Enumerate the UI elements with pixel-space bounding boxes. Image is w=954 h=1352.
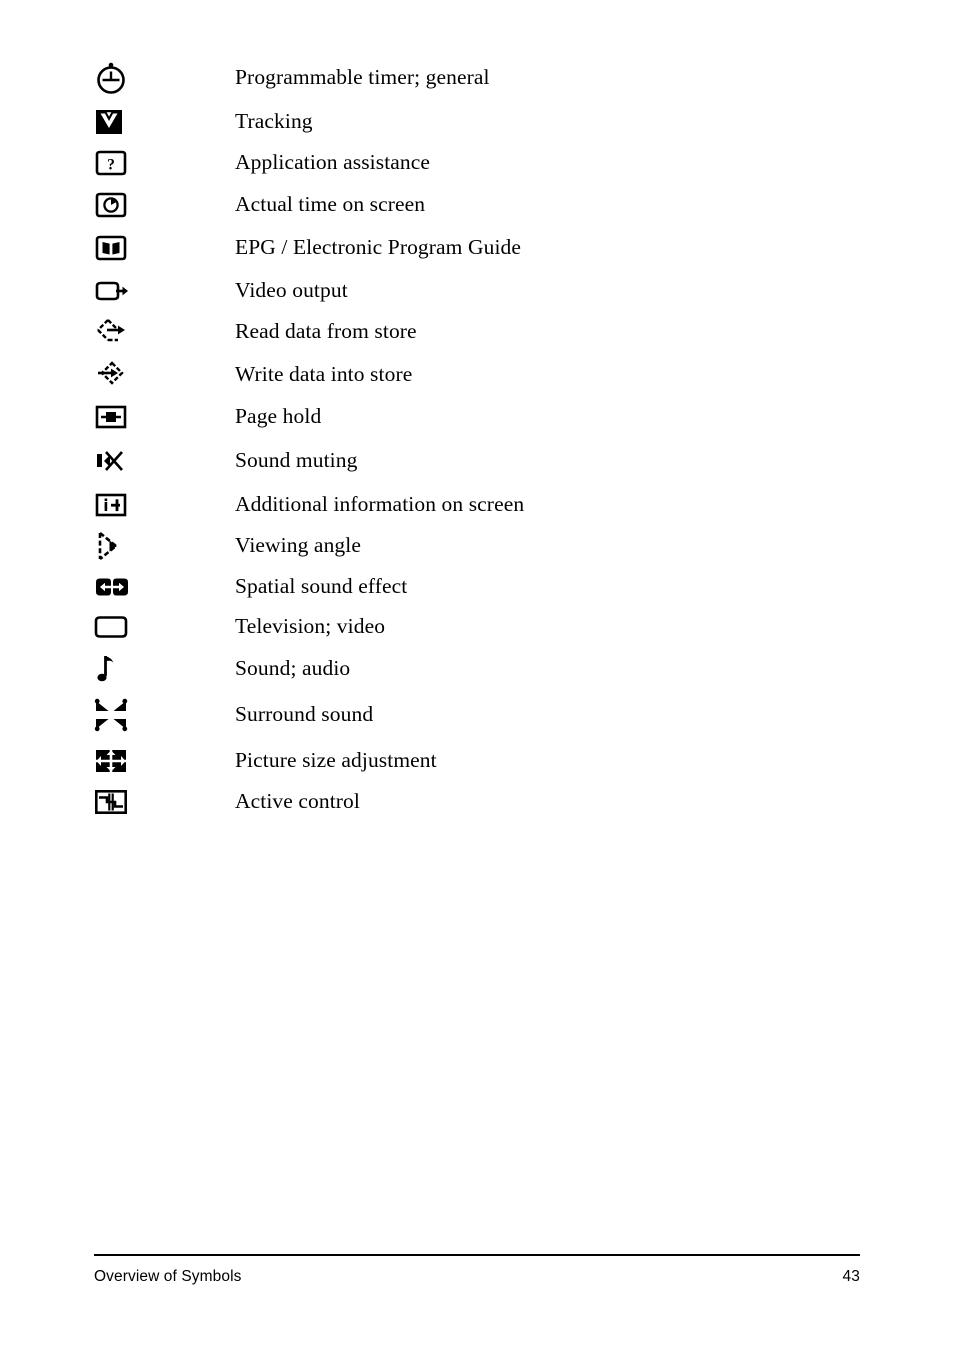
symbol-icon-cell	[0, 191, 235, 219]
symbol-icon-cell: ?	[0, 149, 235, 177]
symbol-icon-cell	[0, 278, 235, 304]
viewing-angle-icon	[94, 530, 124, 562]
symbol-row: Viewing angle	[0, 525, 954, 566]
symbol-row: Picture size adjustment	[0, 740, 954, 781]
video-output-icon	[94, 278, 130, 304]
svg-text:?: ?	[107, 156, 115, 173]
symbol-label: Sound muting	[235, 448, 358, 473]
symbol-label: Page hold	[235, 403, 322, 428]
surround-sound-icon	[94, 698, 128, 732]
symbol-label: Sound; audio	[235, 655, 351, 680]
symbol-row: Sound muting	[0, 437, 954, 485]
symbol-row: Programmable timer; general	[0, 55, 954, 101]
symbol-row: Surround sound	[0, 690, 954, 740]
symbol-icon-cell	[0, 614, 235, 640]
page-hold-icon	[94, 403, 128, 431]
symbol-row: Additional information on screen	[0, 485, 954, 525]
spatial-sound-effect-icon	[94, 576, 130, 598]
symbol-icon-cell	[0, 653, 235, 685]
symbol-icon-cell	[0, 446, 235, 476]
television-video-icon	[94, 614, 128, 640]
symbol-label: Viewing angle	[235, 532, 361, 557]
symbol-row: Actual time on screen	[0, 183, 954, 226]
symbol-icon-cell	[0, 403, 235, 431]
sound-audio-icon	[94, 653, 118, 685]
footer-page-number: 43	[842, 1267, 860, 1285]
symbol-icon-cell	[0, 491, 235, 519]
symbol-icon-cell	[0, 360, 235, 390]
picture-size-adjustment-icon	[94, 747, 128, 775]
symbol-label: Application assistance	[235, 149, 431, 174]
symbol-row: ? Application assistance	[0, 142, 954, 183]
symbol-label: Tracking	[235, 108, 313, 133]
sound-muting-icon	[94, 446, 128, 476]
symbol-row: Active control	[0, 781, 954, 822]
symbol-row: Page hold	[0, 396, 954, 437]
symbol-label: Spatial sound effect	[235, 573, 408, 598]
symbol-row: EPG / Electronic Program Guide	[0, 226, 954, 270]
document-page: Programmable timer; general Tracking ? A…	[0, 0, 954, 1352]
additional-information-icon	[94, 491, 128, 519]
symbol-icon-cell	[0, 530, 235, 562]
symbol-icon-cell	[0, 317, 235, 347]
application-assistance-icon: ?	[94, 149, 128, 177]
symbol-label: Programmable timer; general	[235, 65, 490, 90]
programmable-timer-icon	[94, 61, 128, 95]
symbol-label: Video output	[235, 277, 348, 302]
tracking-icon	[94, 108, 124, 136]
symbol-table: Programmable timer; general Tracking ? A…	[0, 55, 954, 822]
symbol-row: Television; video	[0, 607, 954, 647]
epg-guide-icon	[94, 234, 128, 262]
symbol-icon-cell	[0, 698, 235, 732]
actual-time-on-screen-icon	[94, 191, 128, 219]
symbol-label: Write data into store	[235, 361, 413, 386]
footer-section-title: Overview of Symbols	[94, 1267, 242, 1285]
symbol-icon-cell	[0, 576, 235, 598]
symbol-row: Write data into store	[0, 353, 954, 396]
symbol-label: Read data from store	[235, 319, 417, 344]
symbol-label: Surround sound	[235, 702, 374, 727]
symbol-label: Additional information on screen	[235, 492, 525, 517]
symbol-label: Picture size adjustment	[235, 747, 437, 772]
symbol-icon-cell	[0, 234, 235, 262]
symbol-row: Spatial sound effect	[0, 566, 954, 607]
symbol-row: Sound; audio	[0, 647, 954, 690]
symbol-icon-cell	[0, 61, 235, 95]
symbol-label: Actual time on screen	[235, 191, 426, 216]
page-footer: Overview of Symbols 43	[94, 1254, 860, 1304]
symbol-row: Read data from store	[0, 311, 954, 353]
symbol-icon-cell	[0, 788, 235, 816]
read-data-from-store-icon	[94, 317, 130, 347]
symbol-label: EPG / Electronic Program Guide	[235, 235, 522, 260]
symbol-icon-cell	[0, 108, 235, 136]
symbol-label: Active control	[235, 788, 360, 813]
symbol-row: Tracking	[0, 101, 954, 142]
symbol-icon-cell	[0, 747, 235, 775]
symbol-row: Video output	[0, 270, 954, 311]
footer-content: Overview of Symbols 43	[94, 1256, 860, 1286]
write-data-into-store-icon	[94, 360, 130, 390]
active-control-icon	[94, 788, 128, 816]
symbol-label: Television; video	[235, 614, 386, 639]
